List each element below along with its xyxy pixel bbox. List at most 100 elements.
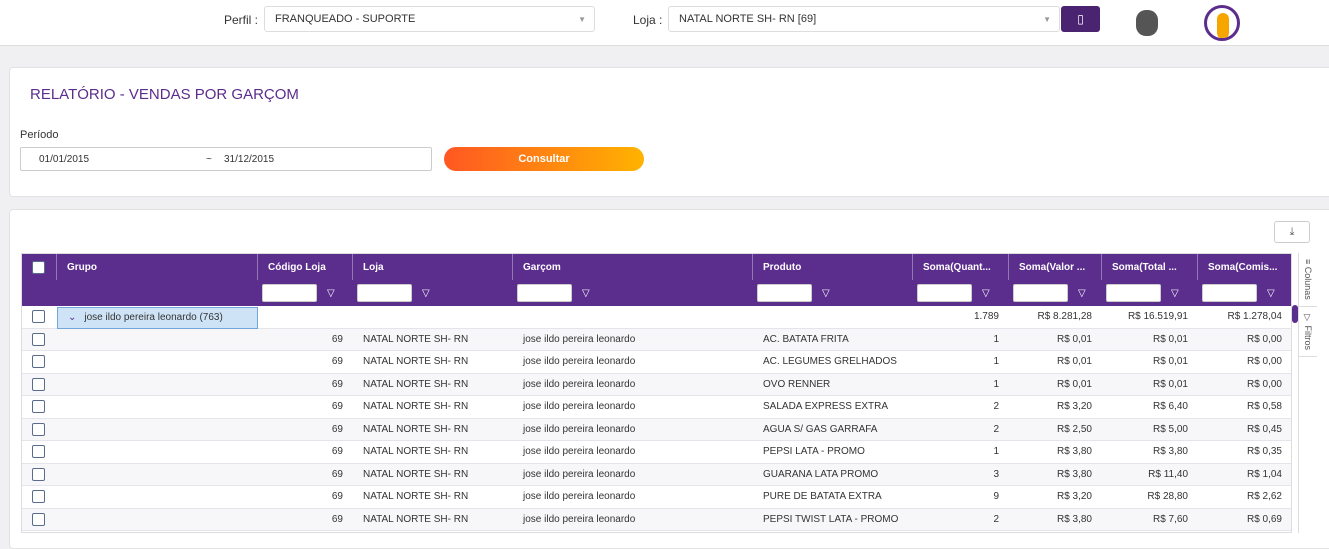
date-from[interactable]: 01/01/2015 (39, 154, 89, 165)
filter-icon[interactable]: ▽ (327, 288, 335, 299)
column-filter-input[interactable] (1106, 284, 1161, 302)
filter-icon[interactable]: ▽ (982, 288, 990, 299)
column-filter-input[interactable] (1013, 284, 1068, 302)
row-checkbox[interactable] (32, 310, 45, 324)
table-cell: jose ildo pereira leonardo (523, 378, 636, 390)
top-bar: Perfil : FRANQUEADO - SUPORTE ▼ Loja : NA… (0, 0, 1329, 46)
filter-cell: ▽ (1198, 280, 1291, 306)
row-checkbox[interactable] (32, 445, 45, 459)
group-cell (57, 351, 258, 373)
filter-icon[interactable]: ▽ (422, 288, 430, 299)
row-checkbox[interactable] (32, 467, 45, 481)
loja-select[interactable]: NATAL NORTE SH- RN [69] ▼ (668, 6, 1060, 32)
table-cell: OVO RENNER (763, 378, 831, 390)
group-cell (57, 464, 258, 486)
date-separator: ~ (206, 154, 212, 165)
column-header[interactable]: Loja (353, 254, 513, 280)
chevron-down-icon[interactable]: ⌄ (68, 312, 76, 323)
column-header[interactable]: Produto (753, 254, 913, 280)
table-cell: 69 (331, 401, 343, 413)
table-cell: SALADA EXPRESS EXTRA (763, 401, 889, 413)
table-cell: R$ 3,80 (1056, 468, 1092, 480)
filter-icon[interactable]: ▽ (1171, 288, 1179, 299)
column-filter-input[interactable] (262, 284, 317, 302)
group-total: R$ 16.519,91 (1127, 311, 1188, 323)
download-button[interactable]: ⤓ (1274, 221, 1310, 243)
table-cell: R$ 0,35 (1246, 446, 1282, 458)
row-checkbox[interactable] (32, 400, 45, 414)
table-cell: jose ildo pereira leonardo (523, 423, 636, 435)
row-checkbox[interactable] (32, 490, 45, 504)
group-cell: ⌄ jose ildo pereira leonardo (763) (57, 307, 258, 329)
column-header[interactable]: Garçom (513, 254, 753, 280)
table-row: 69 NATAL NORTE SH- RN jose ildo pereira le… (22, 396, 1291, 419)
table-cell: jose ildo pereira leonardo (523, 333, 636, 345)
column-header[interactable]: Soma(Total ... (1102, 254, 1198, 280)
filter-icon[interactable]: ▽ (822, 288, 830, 299)
column-header[interactable]: Soma(Quant... (913, 254, 1009, 280)
table-cell: 69 (331, 333, 343, 345)
table-cell: PURE DE BATATA EXTRA (763, 491, 882, 503)
column-filter-input[interactable] (1202, 284, 1257, 302)
row-checkbox[interactable] (32, 377, 45, 391)
table-cell: R$ 3,20 (1056, 491, 1092, 503)
column-filter-input[interactable] (517, 284, 572, 302)
table-cell: NATAL NORTE SH- RN (363, 468, 469, 480)
column-header[interactable]: Grupo (57, 254, 258, 280)
copy-icon: ▯ (1077, 12, 1084, 26)
side-panel: ≡ Colunas ▽ Filtros (1298, 253, 1317, 533)
table-cell: 1 (993, 446, 999, 458)
user-icon (1217, 13, 1229, 38)
copy-button[interactable]: ▯ (1061, 6, 1100, 32)
row-checkbox[interactable] (32, 422, 45, 436)
table-cell: 2 (993, 513, 999, 525)
column-filter-input[interactable] (357, 284, 412, 302)
table-cell: PEPSI TWIST LATA - PROMO (763, 513, 899, 525)
column-filter-input[interactable] (757, 284, 812, 302)
column-header[interactable]: Soma(Valor ... (1009, 254, 1102, 280)
column-header[interactable]: Código Loja (258, 254, 353, 280)
row-checkbox[interactable] (32, 332, 45, 346)
grid-card: ⤓ Grupo Código Loja Loja Garçom Produto Soma(… (9, 209, 1329, 549)
group-total: R$ 1.278,04 (1227, 311, 1283, 323)
filters-tab[interactable]: ▽ Filtros (1299, 307, 1317, 357)
date-to[interactable]: 31/12/2015 (224, 154, 274, 165)
date-range-input[interactable]: 01/01/2015 ~ 31/12/2015 (20, 147, 432, 171)
columns-tab[interactable]: ≡ Colunas (1299, 253, 1317, 307)
table-row: 69 NATAL NORTE SH- RN jose ildo pereira le… (22, 418, 1291, 441)
row-checkbox[interactable] (32, 512, 45, 526)
table-cell: R$ 2,62 (1246, 491, 1282, 503)
perfil-select[interactable]: FRANQUEADO - SUPORTE ▼ (264, 6, 595, 32)
group-label: jose ildo pereira leonardo (763) (84, 312, 223, 324)
table-cell: 9 (993, 491, 999, 503)
row-checkbox[interactable] (32, 355, 45, 369)
filter-icon[interactable]: ▽ (1078, 288, 1086, 299)
table-cell: NATAL NORTE SH- RN (363, 356, 469, 368)
robot-icon[interactable] (1136, 10, 1158, 36)
filter-cell: ▽ (753, 280, 913, 306)
filter-icon[interactable]: ▽ (1267, 288, 1275, 299)
filter-cell: ▽ (353, 280, 513, 306)
group-total: R$ 8.281,28 (1037, 311, 1093, 323)
table-cell: 69 (331, 356, 343, 368)
table-cell: R$ 0,00 (1246, 333, 1282, 345)
column-header[interactable]: Soma(Comis... (1198, 254, 1291, 280)
column-filter-input[interactable] (917, 284, 972, 302)
group-cell (57, 374, 258, 396)
group-row: ⌄ jose ildo pereira leonardo (763) 1.789 R$… (22, 306, 1291, 329)
avatar[interactable] (1204, 5, 1240, 41)
filter-cell (22, 280, 57, 306)
table-cell: NATAL NORTE SH- RN (363, 378, 469, 390)
consultar-button[interactable]: Consultar (444, 147, 644, 171)
table-cell: 69 (331, 378, 343, 390)
table-cell: NATAL NORTE SH- RN (363, 491, 469, 503)
filter-icon[interactable]: ▽ (582, 288, 590, 299)
columns-icon: ≡ (1303, 259, 1313, 267)
group-cell (57, 441, 258, 463)
table-cell: GUARANA LATA PROMO (763, 468, 879, 480)
table-cell: AGUA S/ GAS GARRAFA (763, 423, 878, 435)
columns-label: Colunas (1303, 266, 1313, 300)
table-cell: R$ 0,01 (1056, 356, 1092, 368)
select-all-checkbox[interactable] (32, 260, 45, 274)
download-icon: ⤓ (1289, 226, 1295, 238)
